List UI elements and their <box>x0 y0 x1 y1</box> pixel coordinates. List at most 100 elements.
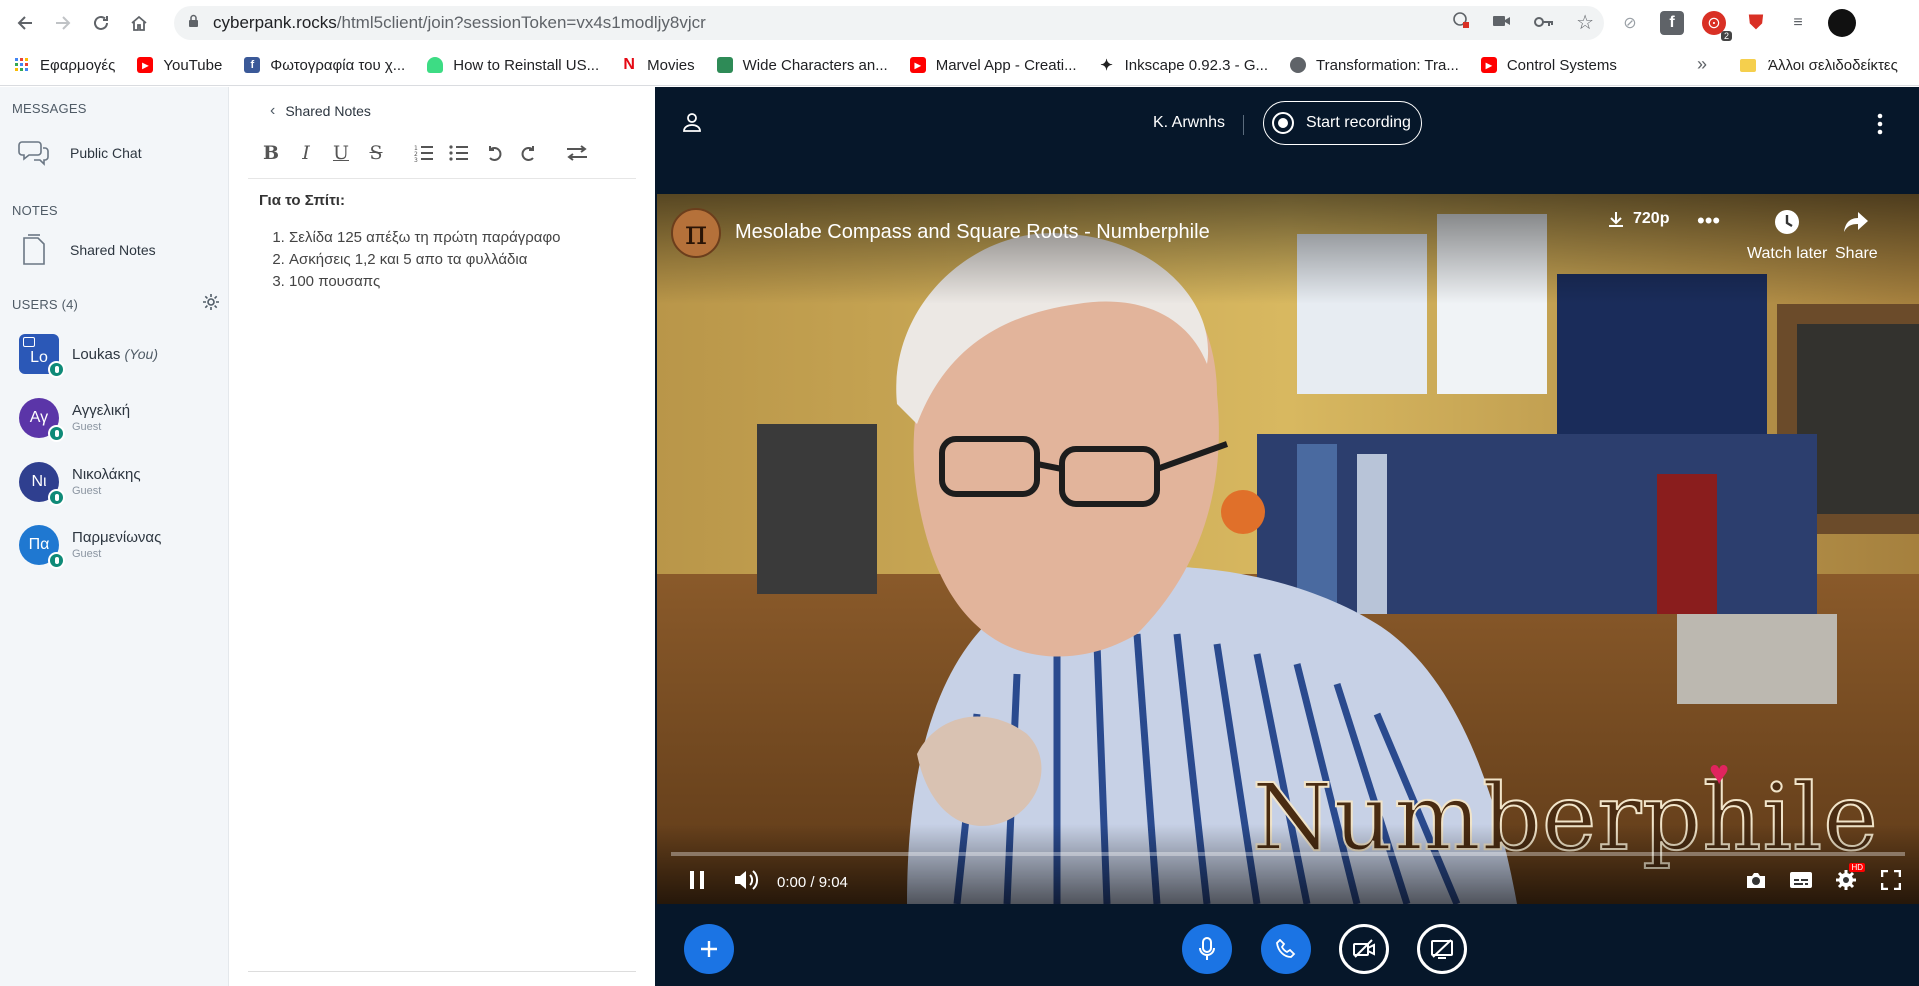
screen-share-off-icon <box>1431 939 1453 959</box>
pause-icon[interactable] <box>689 870 705 895</box>
bookmark-control-systems[interactable]: ▶ Control Systems <box>1480 57 1617 74</box>
shared-notes-back-button[interactable]: ‹ Shared Notes <box>270 102 371 120</box>
document-icon <box>18 234 50 266</box>
user-name: Νικολάκης <box>72 466 141 483</box>
fullscreen-icon[interactable] <box>1880 869 1902 895</box>
user-list-toggle-icon[interactable] <box>682 112 702 137</box>
bookmark-youtube[interactable]: ▶ YouTube <box>137 57 222 74</box>
notes-divider <box>248 971 636 972</box>
bookmark-label: Wide Characters an... <box>742 56 888 74</box>
translate-blocked-icon[interactable] <box>1452 11 1470 34</box>
youtube-icon: ▶ <box>909 57 926 73</box>
media-control-icon[interactable]: ≡ <box>1786 11 1810 35</box>
public-chat-item[interactable]: Public Chat <box>18 137 142 169</box>
bookmark-reinstall[interactable]: How to Reinstall US... <box>427 57 599 74</box>
underline-button[interactable]: U <box>329 141 353 165</box>
user-item-loukas[interactable]: Lo Loukas (You) <box>19 334 159 378</box>
users-section-title: USERS (4) <box>12 297 79 312</box>
reload-icon[interactable] <box>82 4 120 42</box>
facebook-icon: f <box>244 57 261 73</box>
player-controls: 0:00 / 9:04 HD <box>657 860 1919 904</box>
shared-notes-item[interactable]: Shared Notes <box>18 234 156 266</box>
other-bookmarks-folder[interactable]: Άλλοι σελιδοδείκτες <box>1740 45 1898 85</box>
italic-button[interactable]: I <box>294 141 318 165</box>
redo-icon[interactable] <box>517 141 541 165</box>
facebook-extension-icon[interactable]: f <box>1660 11 1684 35</box>
back-icon[interactable] <box>6 4 44 42</box>
note-ordered-list: Σελίδα 125 απέξω τη πρώτη παράγραφο Ασκή… <box>259 227 561 293</box>
bullet-list-icon[interactable] <box>447 141 471 165</box>
you-label: (You) <box>124 345 159 362</box>
bookmark-label: Movies <box>647 56 695 74</box>
bookmark-facebook-photo[interactable]: f Φωτογραφία του χ... <box>244 57 405 74</box>
bookmark-inkscape[interactable]: ✦ Inkscape 0.92.3 - G... <box>1099 57 1268 75</box>
start-recording-button[interactable]: Start recording <box>1263 101 1422 145</box>
notes-editor[interactable]: Για το Σπίτι: Σελίδα 125 απέξω τη πρώτη … <box>259 192 561 293</box>
meeting-action-bar <box>655 904 1919 986</box>
bookmark-movies[interactable]: N Movies <box>621 56 695 74</box>
phone-audio-button[interactable] <box>1261 924 1311 974</box>
download-icon <box>1609 212 1623 227</box>
channel-avatar[interactable]: π <box>671 208 721 258</box>
bold-button[interactable]: B <box>259 141 283 165</box>
bookmark-apps[interactable]: Εφαρμογές <box>14 57 115 74</box>
settings-gear-icon[interactable]: HD <box>1835 862 1865 896</box>
ordered-list-icon[interactable]: 123 <box>412 141 436 165</box>
watch-later-button[interactable]: Watch later <box>1747 208 1827 263</box>
bookmarks-more-button[interactable]: » <box>1697 54 1707 75</box>
video-progress-bar[interactable] <box>671 852 1905 856</box>
screen-share-off-button[interactable] <box>1417 924 1467 974</box>
forward-icon[interactable] <box>44 4 82 42</box>
user-settings-gear-icon[interactable] <box>202 293 220 316</box>
apps-grid-icon <box>14 57 30 73</box>
shield-extension-icon[interactable]: ⛊ <box>1744 11 1768 35</box>
key-icon[interactable] <box>1534 13 1554 33</box>
messages-section-title: MESSAGES <box>12 101 87 116</box>
lock-icon <box>188 14 199 31</box>
user-role: Guest <box>72 485 102 497</box>
home-icon[interactable] <box>120 4 158 42</box>
mic-status-icon <box>48 489 65 506</box>
undo-icon[interactable] <box>482 141 506 165</box>
screenshot-camera-icon[interactable] <box>1745 871 1767 894</box>
meeting-header: K. Arwnhs Start recording <box>655 87 1919 193</box>
volume-icon[interactable] <box>733 869 759 896</box>
microphone-button[interactable] <box>1182 924 1232 974</box>
bookmark-transformation[interactable]: Transformation: Tra... <box>1290 57 1459 74</box>
android-icon <box>427 57 444 73</box>
download-quality-button[interactable]: 720p <box>1607 210 1669 228</box>
user-item-parmenionas[interactable]: Πα Παρμενίωνας Guest <box>19 525 161 569</box>
user-item-aggeliki[interactable]: Αγ Αγγελική Guest <box>19 398 130 442</box>
record-icon <box>1272 112 1294 134</box>
shared-notes-label: Shared Notes <box>70 242 156 258</box>
share-button[interactable]: Share <box>1835 208 1878 263</box>
avatar: Lo <box>19 334 65 378</box>
import-export-icon[interactable] <box>565 141 589 165</box>
svg-text:3: 3 <box>414 157 418 162</box>
more-options-icon[interactable]: ••• <box>1697 208 1720 234</box>
profile-avatar[interactable] <box>1828 9 1856 37</box>
bookmark-wide-characters[interactable]: Wide Characters an... <box>716 56 888 74</box>
shared-notes-header-label: Shared Notes <box>285 103 371 119</box>
notifications-extension-icon[interactable]: ⊙ 2 <box>1702 11 1732 41</box>
address-bar[interactable]: cyberpank.rocks/html5client/join?session… <box>174 5 1604 40</box>
actions-plus-button[interactable] <box>684 924 734 974</box>
video-title[interactable]: Mesolabe Compass and Square Roots - Numb… <box>735 221 1210 244</box>
camera-blocked-icon[interactable] <box>1492 13 1512 33</box>
options-menu-icon[interactable] <box>1877 113 1883 135</box>
subtitles-icon[interactable] <box>1789 871 1813 894</box>
url-host: cyberpank.rocks <box>213 12 337 32</box>
chat-bubbles-icon <box>18 137 50 169</box>
avatar: Πα <box>19 525 65 569</box>
avatar-initials: Πα <box>28 536 50 553</box>
external-video-player[interactable]: π Mesolabe Compass and Square Roots - Nu… <box>657 194 1919 904</box>
webcam-off-button[interactable] <box>1339 924 1389 974</box>
bookmark-marvel[interactable]: ▶ Marvel App - Creati... <box>909 57 1077 74</box>
video-top-overlay <box>657 194 1919 304</box>
strikethrough-button[interactable]: S <box>364 141 388 165</box>
bookmark-star-icon[interactable]: ☆ <box>1576 10 1594 35</box>
extension-icon[interactable]: ⊘ <box>1618 11 1642 35</box>
bookmark-label: YouTube <box>163 56 223 74</box>
user-item-nikolakis[interactable]: Νι Νικολάκης Guest <box>19 462 141 506</box>
header-separator <box>1243 115 1244 135</box>
